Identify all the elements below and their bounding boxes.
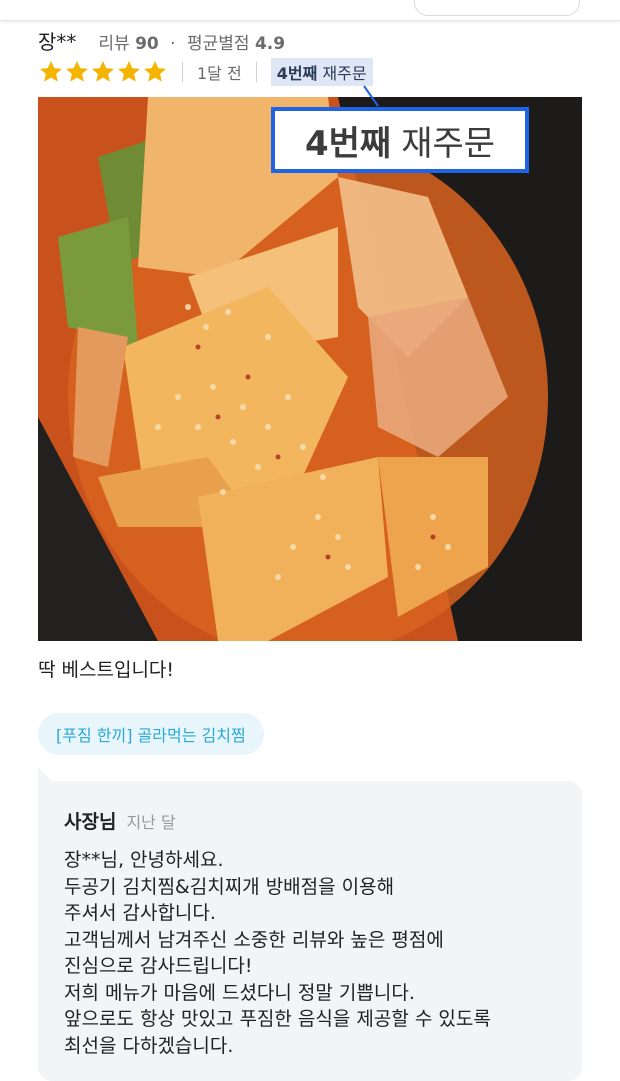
star-rating [38,59,168,85]
owner-reply: 사장님 지난 달 장**님, 안녕하세요. 두공기 김치찜&김치찌개 방배점을 … [38,781,582,1081]
reorder-count: 4번째 [276,64,318,83]
reply-line: 진심으로 감사드립니다! [64,955,253,977]
review-date: 1달 전 [197,64,242,83]
avg-rating-label: 평균별점 [186,34,250,54]
reviewer-name[interactable]: 장** [38,26,76,55]
divider [255,62,257,82]
kimchi-stew-image [38,97,582,641]
reply-line: 고객님께서 남겨주신 소중한 리뷰와 높은 평점에 [64,928,444,951]
reply-line: 저희 메뉴가 마음에 드셨다니 정말 기쁩니다. [64,981,415,1004]
reply-body: 장**님, 안녕하세요. 두공기 김치찜&김치찌개 방배점을 이용해 주셔서 감… [64,847,564,1059]
review-count: 90 [135,34,159,54]
reply-line: 최선을 다하겠습니다. [64,1034,234,1057]
top-app-bar [0,0,620,21]
rating-row: 1달 전 4번째 재주문 [38,58,373,86]
callout-count: 4번째 [304,123,392,164]
reply-line: 두공기 김치찜&김치찌개 방배점을 이용해 [64,875,395,898]
star-icon [144,60,166,82]
review-text: 딱 베스트입니다! [38,659,175,681]
callout-pointer [363,85,379,107]
avg-rating: 4.9 [254,34,286,54]
divider [182,62,183,82]
stats-separator: · [170,34,176,54]
star-icon [40,60,62,82]
review-count-label: 리뷰 [98,34,130,54]
star-icon [66,60,88,82]
reviewer-stats: 리뷰 90 · 평균별점 4.9 [98,29,285,54]
reply-line: 앞으로도 항상 맛있고 푸짐한 음식을 제공할 수 있도록 [64,1008,491,1030]
reply-line: 주셔서 감사합니다. [64,902,216,924]
callout-label: 재주문 [401,123,496,164]
menu-chip[interactable]: [푸짐 한끼] 골라먹는 김치찜 [38,713,264,755]
reorder-callout: 4번째 재주문 [271,107,529,173]
review-photo[interactable] [38,97,582,641]
reviewer-header: 장** 리뷰 90 · 평균별점 4.9 [38,26,285,54]
reply-line: 장**님, 안녕하세요. [64,849,224,871]
top-search-pill[interactable] [414,0,580,16]
reply-author: 사장님 [64,811,117,833]
reply-date: 지난 달 [126,813,176,832]
reply-notch [38,767,52,781]
reply-header: 사장님 지난 달 [64,807,176,834]
star-icon [118,60,140,82]
star-icon [92,60,114,82]
